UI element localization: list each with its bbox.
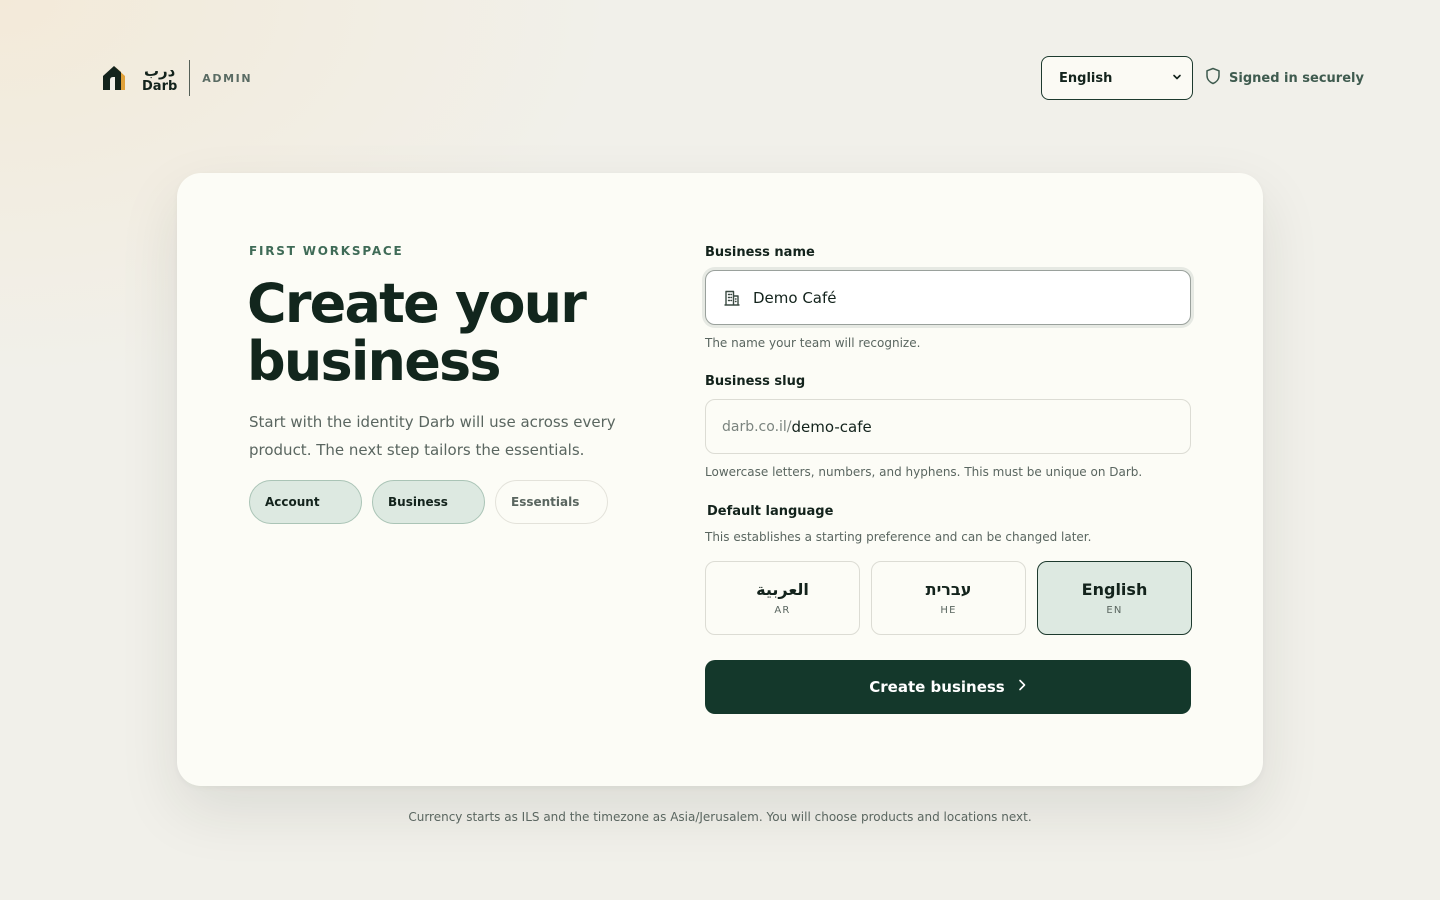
step-account: Account xyxy=(249,480,362,524)
language-option-name: עברית xyxy=(925,580,972,599)
language-options: العربية AR עברית HE English EN xyxy=(705,561,1192,635)
brand-divider xyxy=(189,60,191,96)
brand-logo[interactable]: درب Darb ADMIN xyxy=(96,56,252,100)
chevron-right-icon xyxy=(1005,678,1027,696)
language-select[interactable]: English xyxy=(1041,56,1193,100)
business-slug-label: Business slug xyxy=(705,374,806,389)
language-option-code: EN xyxy=(1106,605,1123,616)
business-slug-hint: Lowercase letters, numbers, and hyphens.… xyxy=(705,465,1143,479)
business-name-input[interactable]: Demo Café xyxy=(705,270,1191,325)
create-business-button[interactable]: Create business xyxy=(705,660,1191,714)
brand-wordmark: درب Darb xyxy=(142,61,178,94)
business-name-hint: The name your team will recognize. xyxy=(705,336,921,350)
brand-name-en: Darb xyxy=(142,78,178,94)
darb-logo-icon xyxy=(96,60,132,96)
building-icon xyxy=(723,289,741,307)
business-slug-input[interactable]: darb.co.il/ demo-cafe xyxy=(705,399,1191,454)
step-essentials: Essentials xyxy=(495,480,608,524)
language-select-value: English xyxy=(1059,70,1113,86)
step-label: Account xyxy=(265,495,320,509)
slug-value: demo-cafe xyxy=(791,417,872,436)
chevron-down-icon xyxy=(1172,71,1182,86)
default-language-hint: This establishes a starting preference a… xyxy=(705,530,1092,544)
step-label: Business xyxy=(388,495,448,509)
page-title: Create your business xyxy=(247,272,587,393)
secure-status-label: Signed in securely xyxy=(1229,70,1364,86)
create-business-button-label: Create business xyxy=(869,678,1005,696)
progress-steps: Account Business Essentials xyxy=(249,480,608,524)
business-name-value: Demo Café xyxy=(753,288,837,307)
brand-section-label: ADMIN xyxy=(202,71,253,85)
business-name-label: Business name xyxy=(705,245,815,260)
slug-prefix: darb.co.il/ xyxy=(722,418,792,435)
language-option-code: AR xyxy=(774,605,791,616)
page-description: Start with the identity Darb will use ac… xyxy=(249,413,616,459)
language-option-name: English xyxy=(1081,580,1148,599)
language-option-name: العربية xyxy=(756,580,809,599)
shield-icon xyxy=(1205,67,1229,89)
default-language-label: Default language xyxy=(707,504,834,519)
step-label: Essentials xyxy=(511,495,580,509)
secure-status: Signed in securely xyxy=(1205,67,1364,89)
create-business-card: FIRST WORKSPACE Create your business Sta… xyxy=(177,173,1263,786)
language-option-ar[interactable]: العربية AR xyxy=(705,561,860,635)
eyebrow-label: FIRST WORKSPACE xyxy=(249,244,404,258)
language-option-en[interactable]: English EN xyxy=(1037,561,1192,635)
footer-note: Currency starts as ILS and the timezone … xyxy=(408,810,1032,824)
step-business: Business xyxy=(372,480,485,524)
language-option-code: HE xyxy=(940,605,957,616)
language-option-he[interactable]: עברית HE xyxy=(871,561,1026,635)
brand-name-ar: درب xyxy=(143,61,176,80)
